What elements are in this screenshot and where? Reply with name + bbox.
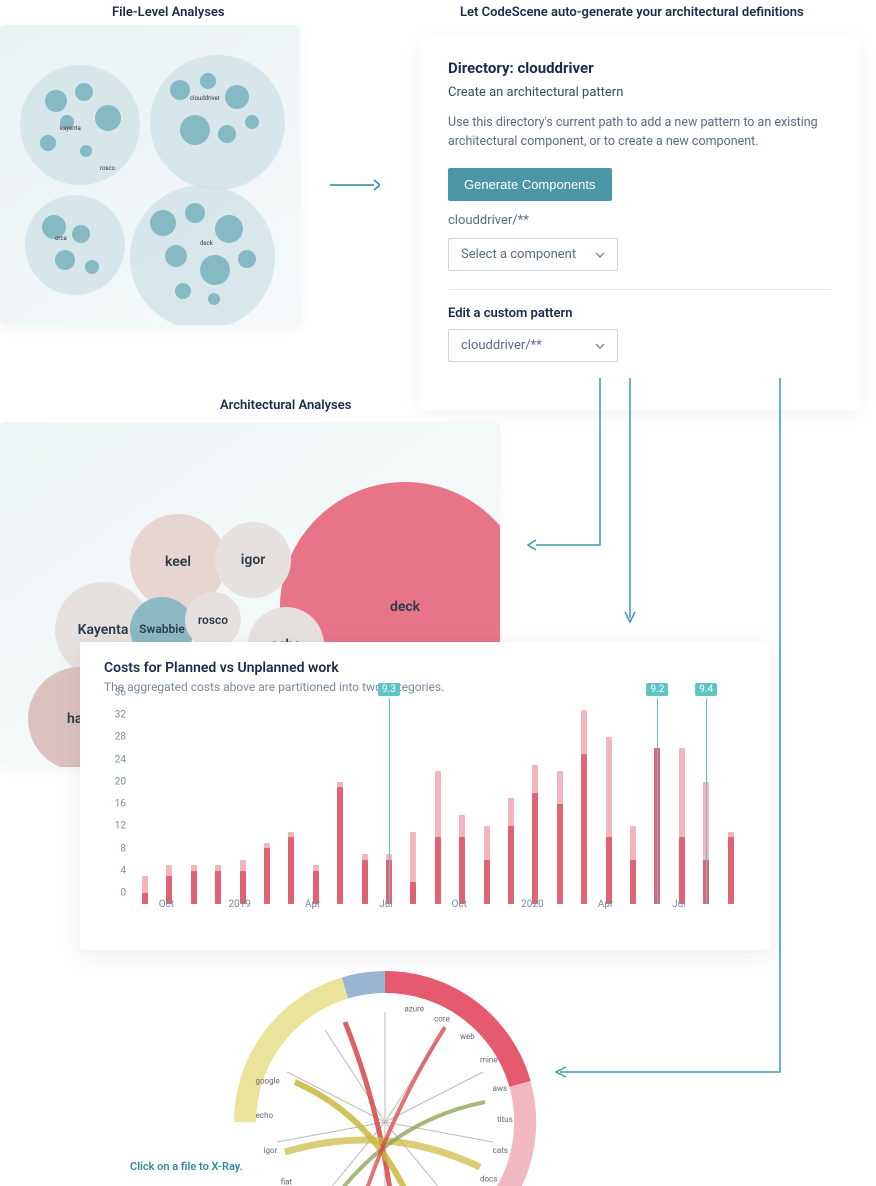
chord-label: core (434, 1014, 450, 1023)
directory-title: Directory: clouddriver (448, 59, 832, 77)
x-label: Oct (451, 899, 466, 910)
costs-chart-panel: Costs for Planned vs Unplanned work The … (80, 642, 770, 950)
annotation-line (706, 698, 707, 904)
y-tick: 16 (104, 799, 126, 810)
auto-generate-heading: Let CodeScene auto-generate your archite… (460, 5, 804, 20)
annotation-badge: 9.4 (695, 683, 717, 696)
file-bubble-label: deck (200, 240, 213, 247)
chord-label: azure (404, 1005, 424, 1014)
bar-planned (508, 826, 514, 904)
annotation-line (657, 698, 658, 904)
file-level-heading: File-Level Analyses (112, 5, 225, 20)
architectural-heading: Architectural Analyses (220, 398, 351, 413)
bar-planned (728, 837, 734, 904)
file-level-panel: clouddriver kayenta rosco deck orca (0, 25, 300, 325)
x-label: Apr (305, 899, 321, 910)
y-tick: 20 (104, 776, 126, 787)
bar-planned (581, 754, 587, 904)
y-tick: 12 (104, 821, 126, 832)
chart-area: 04812162024283236 Oct2019AprJulOct2020Ap… (110, 704, 750, 914)
edit-pattern-dropdown[interactable]: clouddriver/** (448, 329, 618, 362)
arch-bubble-rosco[interactable]: rosco (185, 592, 241, 648)
annotation-line (389, 698, 390, 904)
chord-label: cats (493, 1146, 508, 1155)
bar-planned (264, 848, 270, 904)
chord-label: fiat (281, 1178, 293, 1186)
y-tick: 24 (104, 754, 126, 765)
y-axis: 04812162024283236 (104, 704, 128, 904)
x-label: 2019 (228, 899, 250, 910)
chord-label: echo (256, 1111, 274, 1120)
bar-planned (191, 871, 197, 904)
chord-label: web (460, 1032, 475, 1041)
select-component-dropdown[interactable]: Select a component (448, 238, 618, 271)
y-tick: 28 (104, 732, 126, 743)
chord-label: aws (493, 1084, 508, 1093)
chord-label: igor (264, 1146, 278, 1155)
file-bubble-label: clouddriver (190, 95, 220, 102)
bar-planned (459, 837, 465, 904)
bar-planned (288, 837, 294, 904)
chord-label: docs (480, 1174, 497, 1183)
divider (448, 289, 832, 290)
bar-planned (484, 860, 490, 904)
x-label: Jul (379, 899, 392, 910)
bar-planned (142, 893, 148, 904)
chord-label: google (255, 1077, 279, 1086)
arch-bubble-igor[interactable]: igor (215, 522, 291, 598)
annotation-badge: 9.3 (378, 683, 400, 696)
x-label: 2020 (521, 899, 543, 910)
chevron-down-icon (595, 247, 605, 262)
auto-generate-panel: Directory: clouddriver Create an archite… (420, 35, 860, 410)
select-placeholder: Select a component (461, 247, 576, 262)
bar-planned (362, 860, 368, 904)
x-label: Oct (159, 899, 174, 910)
annotation-badge: 9.2 (646, 683, 668, 696)
chord-diagram[interactable]: googleechoigorfiatgateroscobakeryclouddr… (225, 942, 545, 1186)
bar-planned (410, 882, 416, 904)
bar-planned (679, 837, 685, 904)
chart-title: Costs for Planned vs Unplanned work (104, 660, 746, 676)
y-tick: 32 (104, 710, 126, 721)
file-bubble-container: clouddriver kayenta rosco deck orca (0, 25, 300, 325)
bar-planned (215, 871, 221, 904)
file-bubble-label: rosco (100, 165, 115, 172)
y-tick: 8 (104, 843, 126, 854)
xray-hint: Click on a file to X-Ray. (130, 1160, 243, 1173)
y-tick: 36 (104, 688, 126, 699)
bar-planned (606, 837, 612, 904)
bar-planned (532, 793, 538, 904)
y-tick: 4 (104, 865, 126, 876)
chevron-down-icon (595, 338, 605, 353)
bar-planned (630, 860, 636, 904)
bar-planned (435, 837, 441, 904)
description-text: Use this directory's current path to add… (448, 114, 832, 152)
path-text: clouddriver/** (448, 213, 832, 228)
y-tick: 0 (104, 888, 126, 899)
edit-pattern-value: clouddriver/** (461, 338, 542, 353)
create-pattern-subtitle: Create an architectural pattern (448, 85, 832, 100)
file-bubble-label: orca (55, 235, 67, 242)
generate-components-button[interactable]: Generate Components (448, 168, 612, 201)
chord-label: titus (497, 1115, 513, 1124)
x-label: Apr (598, 899, 614, 910)
chord-label: mine (480, 1056, 498, 1065)
edit-pattern-label: Edit a custom pattern (448, 306, 832, 321)
arrow-right-icon (330, 175, 380, 195)
x-label: Jul (672, 899, 685, 910)
bar-planned (557, 804, 563, 904)
bars-container: Oct2019AprJulOct2020AprJul9.39.29.4 (138, 704, 748, 904)
bar-planned (337, 787, 343, 904)
file-bubble-label: kayenta (60, 125, 81, 132)
